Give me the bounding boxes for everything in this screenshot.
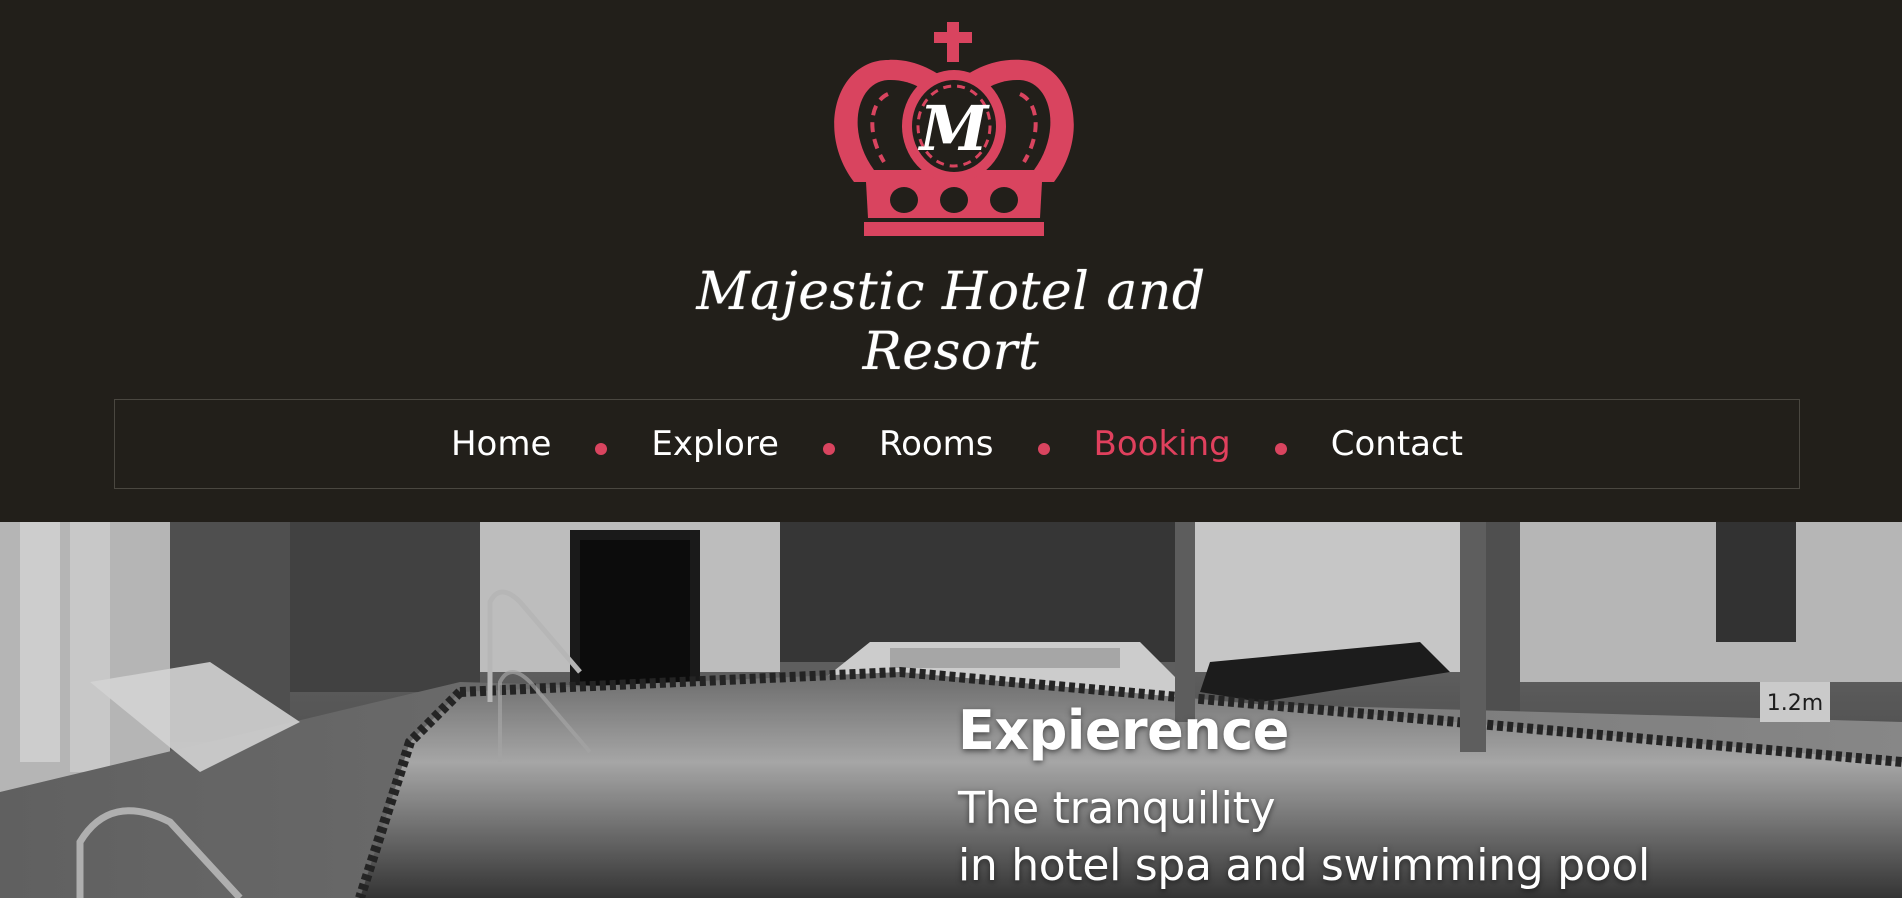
dot-icon [822, 443, 835, 455]
site-header: M Majestic Hotel and Resort Home Explore… [0, 0, 1902, 522]
hero-line-1: The tranquility [958, 783, 1276, 834]
monogram-text: M [918, 92, 991, 165]
hero-banner: 1.2m Expierence The tranquility in hotel… [0, 522, 1902, 898]
nav-item-explore[interactable]: Explore [651, 427, 779, 461]
nav-item-contact[interactable]: Contact [1331, 427, 1463, 461]
main-nav: Home Explore Rooms Booking Contact [114, 399, 1800, 489]
dot-icon [1274, 443, 1287, 455]
brand-name[interactable]: Majestic Hotel and Resort [600, 262, 1302, 382]
hero-title: Expierence [958, 699, 1289, 762]
nav-item-home[interactable]: Home [451, 427, 551, 461]
crown-logo-icon[interactable]: M [826, 22, 1082, 244]
nav-item-rooms[interactable]: Rooms [879, 427, 994, 461]
dot-icon [1037, 443, 1050, 455]
hero-text: Expierence The tranquility in hotel spa … [958, 704, 1650, 894]
hero-line-2: in hotel spa and swimming pool [958, 840, 1650, 892]
dot-icon [595, 443, 608, 455]
nav-item-booking[interactable]: Booking [1094, 427, 1231, 461]
